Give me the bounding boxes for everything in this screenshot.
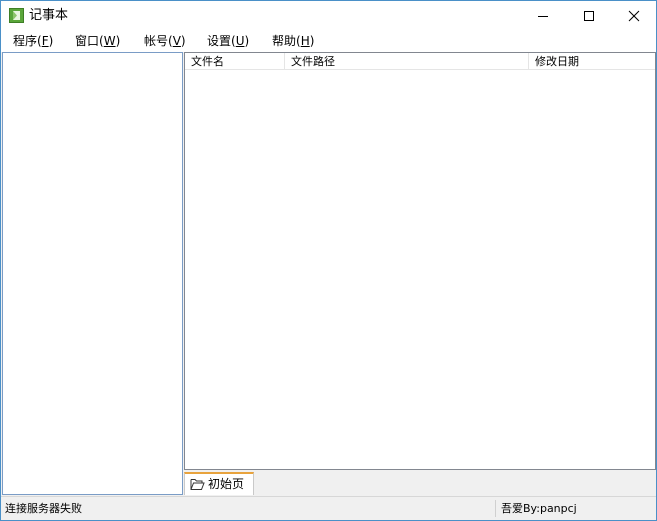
menu-program[interactable]: 程序(F): [13, 34, 53, 49]
minimize-icon: [538, 16, 548, 17]
folder-open-icon: [190, 477, 205, 491]
file-list[interactable]: 文件名 文件路径 修改日期: [184, 52, 656, 470]
tab-start-page[interactable]: 初始页: [184, 472, 254, 495]
status-divider: [495, 500, 496, 517]
menu-tail: ): [115, 34, 121, 48]
menu-tail: ): [309, 34, 315, 48]
window-title: 记事本: [29, 8, 69, 23]
tab-label: 初始页: [208, 477, 245, 491]
menu-accel: H: [300, 34, 310, 48]
menu-label: 帮助(: [272, 34, 301, 48]
list-header: 文件名 文件路径 修改日期: [185, 53, 655, 70]
menu-account[interactable]: 帐号(V): [144, 34, 186, 49]
notepad-icon: [9, 8, 24, 23]
menu-window[interactable]: 窗口(W): [75, 34, 120, 49]
tab-strip: 初始页: [184, 470, 656, 495]
menu-accel: F: [41, 34, 49, 48]
menu-tail: ): [244, 34, 250, 48]
menu-label: 窗口(: [75, 34, 104, 48]
menu-bar: 程序(F) 窗口(W) 帐号(V) 设置(U) 帮助(H): [1, 31, 656, 52]
connection-status: 连接服务器失败: [5, 502, 82, 515]
column-header-modified-date[interactable]: 修改日期: [529, 53, 655, 70]
column-header-filepath[interactable]: 文件路径: [285, 53, 529, 70]
close-button[interactable]: [611, 1, 657, 31]
menu-label: 程序(: [13, 34, 42, 48]
menu-label: 设置(: [207, 34, 236, 48]
maximize-button[interactable]: [566, 1, 612, 31]
menu-help[interactable]: 帮助(H): [272, 34, 314, 49]
menu-accel: W: [103, 34, 116, 48]
minimize-button[interactable]: [520, 1, 566, 31]
maximize-icon: [584, 11, 594, 21]
menu-label: 帐号(: [144, 34, 173, 48]
tree-panel[interactable]: [2, 52, 183, 495]
menu-settings[interactable]: 设置(U): [207, 34, 249, 49]
app-window: 记事本 程序(F) 窗口(W) 帐号(V) 设置(U) 帮助(H) 文件名 文件…: [0, 0, 657, 521]
status-bar: 连接服务器失败 吾爱By:panpcj: [1, 496, 656, 520]
menu-accel: V: [172, 34, 181, 48]
title-bar[interactable]: 记事本: [1, 1, 656, 31]
column-header-filename[interactable]: 文件名: [185, 53, 285, 70]
close-icon: [628, 10, 640, 22]
author-credit: 吾爱By:panpcj: [501, 502, 577, 515]
menu-tail: ): [180, 34, 186, 48]
menu-tail: ): [48, 34, 54, 48]
